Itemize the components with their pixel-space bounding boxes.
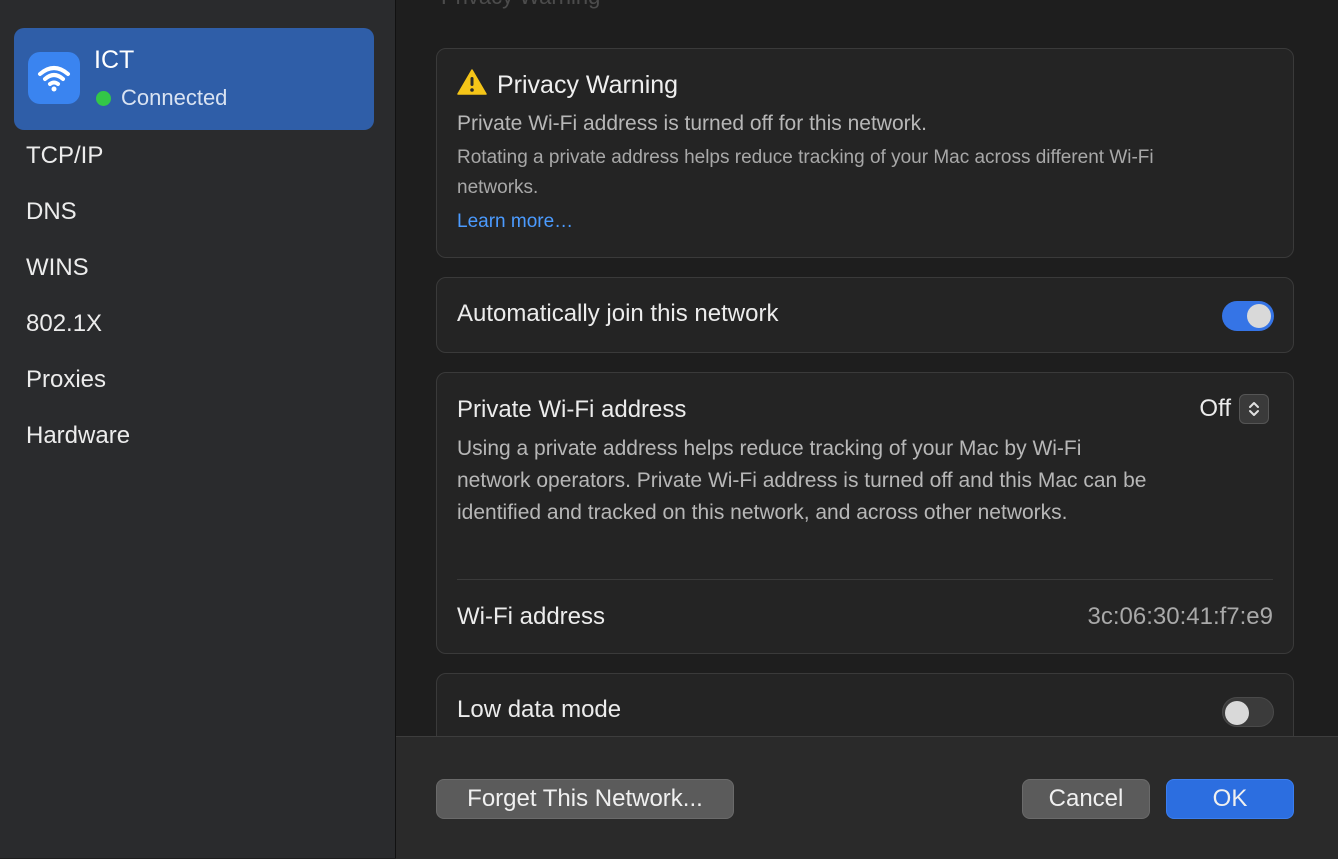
sidebar-item-tcpip[interactable]: TCP/IP: [26, 142, 103, 170]
low-data-mode-toggle[interactable]: [1222, 697, 1274, 727]
network-details-window: ICT Connected TCP/IP DNS WINS 802.1X Pro…: [0, 0, 1338, 859]
sidebar-item-proxies[interactable]: Proxies: [26, 366, 106, 394]
forget-network-button[interactable]: Forget This Network...: [436, 779, 734, 819]
private-address-value: Off: [1199, 395, 1231, 422]
private-address-card: Private Wi-Fi address Off Using a privat…: [436, 372, 1294, 654]
ok-button[interactable]: OK: [1166, 779, 1294, 819]
private-address-description: Using a private address helps reduce tra…: [457, 437, 1147, 524]
privacy-warning-title-row: Privacy Warning: [457, 69, 678, 102]
wifi-address-label: Wi-Fi address: [457, 603, 606, 630]
privacy-warning-line2: Rotating a private address helps reduce …: [457, 147, 1154, 198]
privacy-warning-title: Privacy Warning: [497, 71, 679, 99]
dialog-footer: Forget This Network... Cancel OK: [396, 736, 1338, 859]
divider: [457, 579, 1273, 580]
chevron-updown-icon: [1239, 394, 1269, 424]
network-name: ICT: [94, 46, 135, 74]
wifi-icon: [28, 52, 80, 104]
auto-join-label: Automatically join this network: [457, 300, 779, 327]
sidebar: ICT Connected TCP/IP DNS WINS 802.1X Pro…: [0, 0, 396, 858]
toggle-knob: [1247, 304, 1271, 328]
warning-icon: [457, 69, 487, 102]
network-status-text: Connected: [121, 85, 228, 110]
sidebar-item-8021x[interactable]: 802.1X: [26, 310, 102, 338]
auto-join-card: Automatically join this network: [436, 277, 1294, 353]
network-status: Connected: [96, 85, 227, 111]
sidebar-item-wins[interactable]: WINS: [26, 254, 89, 282]
learn-more-link[interactable]: Learn more…: [457, 211, 573, 233]
low-data-mode-label: Low data mode: [457, 696, 622, 723]
sidebar-item-dns[interactable]: DNS: [26, 198, 77, 226]
sidebar-item-hardware[interactable]: Hardware: [26, 422, 130, 450]
private-address-select[interactable]: Off: [1199, 394, 1269, 424]
main-panel: Privacy Warning Privacy Warning Private …: [396, 0, 1338, 858]
private-address-label: Private Wi-Fi address: [457, 396, 687, 423]
toggle-knob: [1225, 701, 1249, 725]
scrolled-header-ghost: Privacy Warning: [441, 0, 600, 10]
sidebar-item-network[interactable]: ICT Connected: [14, 28, 374, 130]
wifi-address-value: 3c:06:30:41:f7:e9: [1087, 603, 1273, 630]
cancel-button[interactable]: Cancel: [1022, 779, 1150, 819]
privacy-warning-line1: Private Wi-Fi address is turned off for …: [457, 112, 927, 135]
status-dot-icon: [96, 90, 111, 106]
privacy-warning-card: Privacy Warning Private Wi-Fi address is…: [436, 48, 1294, 258]
auto-join-toggle[interactable]: [1222, 301, 1274, 331]
